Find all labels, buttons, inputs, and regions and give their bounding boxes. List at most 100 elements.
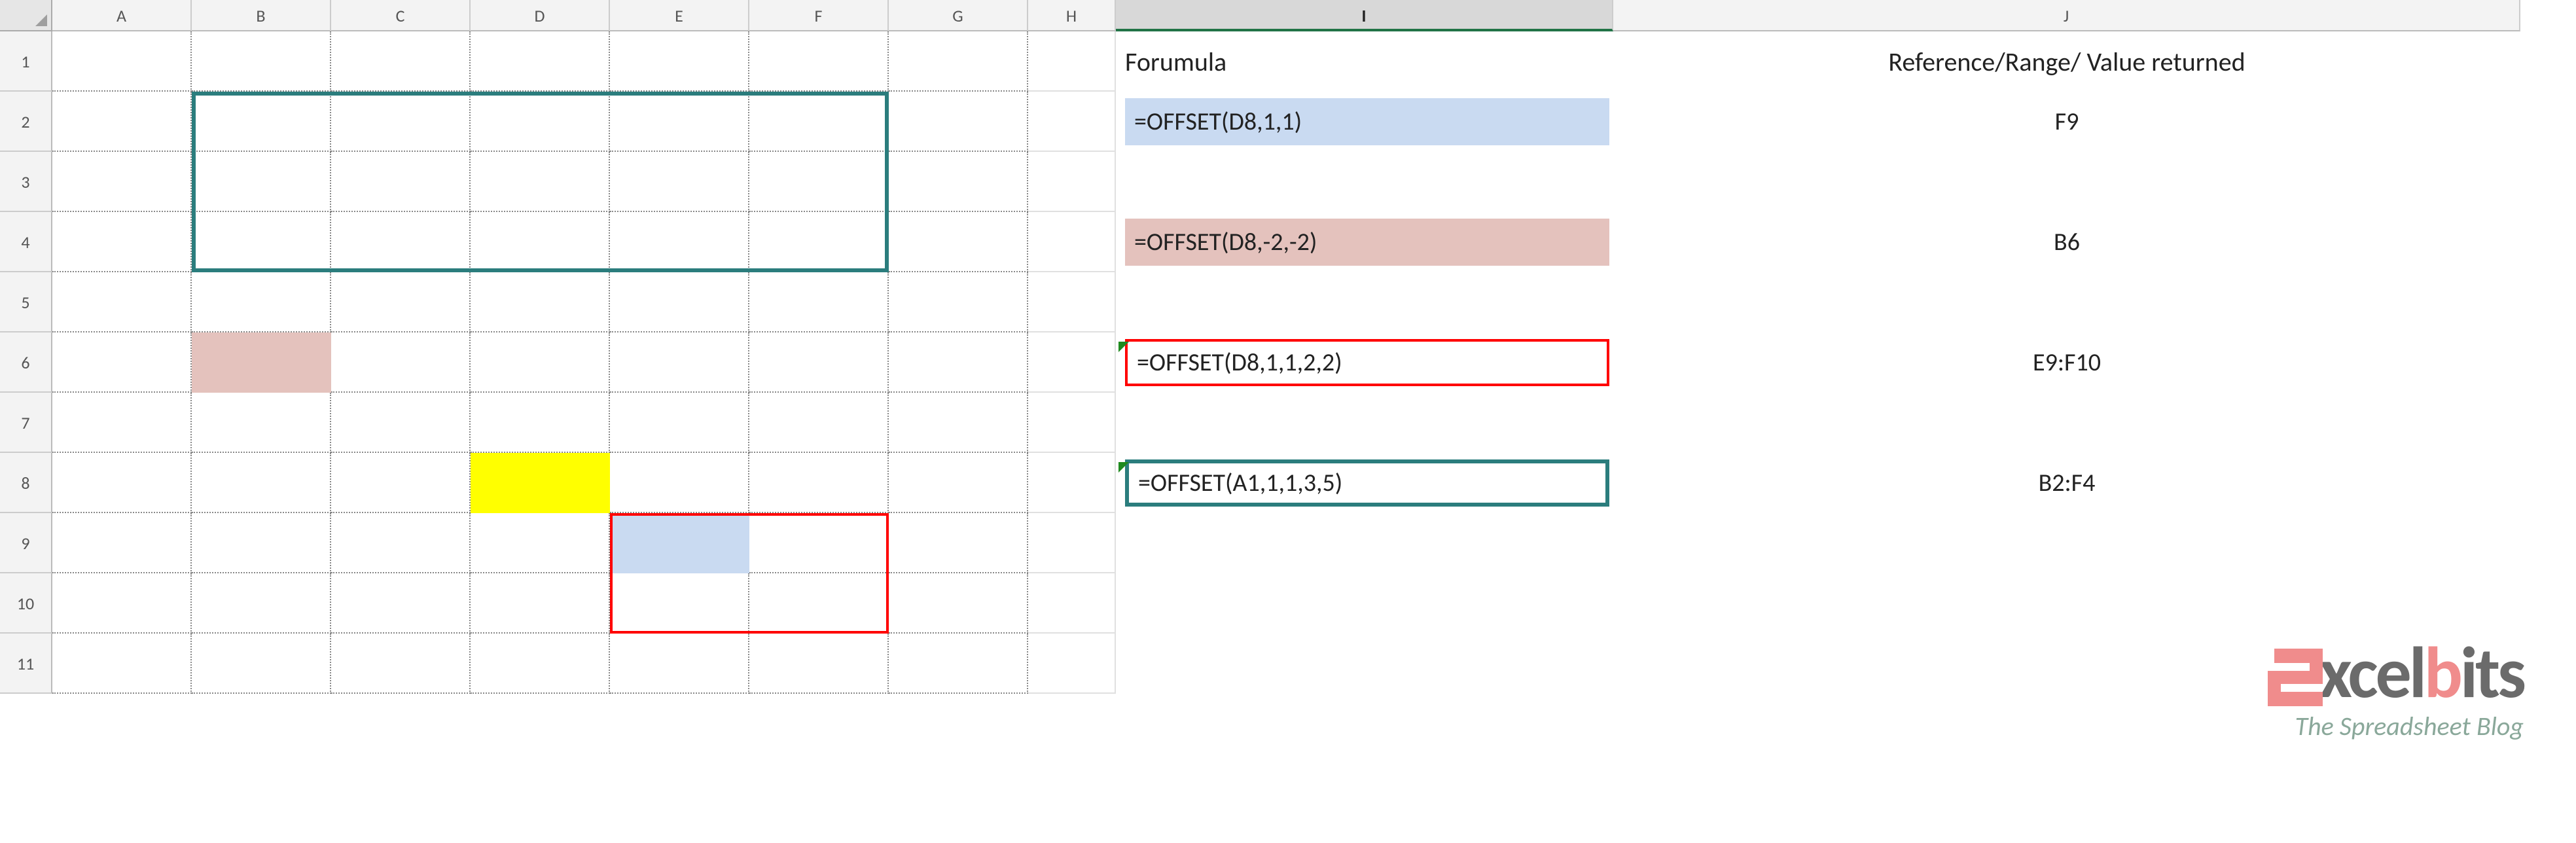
cell-J6[interactable]: E9:F10 <box>1613 348 2520 378</box>
cell-J1-header[interactable]: Reference/Range/ Value returned <box>1613 46 2520 78</box>
cell-B7[interactable] <box>192 393 331 453</box>
cell-D10[interactable] <box>471 573 610 634</box>
cell-E1[interactable] <box>610 31 749 92</box>
row-header-6[interactable]: 6 <box>0 332 52 393</box>
cell-B1[interactable] <box>192 31 331 92</box>
cell-G5[interactable] <box>889 272 1028 332</box>
cell-B8[interactable] <box>192 453 331 513</box>
cell-D3[interactable] <box>471 152 610 212</box>
cell-A1[interactable] <box>52 31 192 92</box>
cell-C11[interactable] <box>331 634 471 694</box>
cell-H4[interactable] <box>1028 212 1116 272</box>
cell-C10[interactable] <box>331 573 471 634</box>
cell-G6[interactable] <box>889 332 1028 393</box>
col-header-F[interactable]: F <box>749 0 889 31</box>
cell-C1[interactable] <box>331 31 471 92</box>
cell-C7[interactable] <box>331 393 471 453</box>
cell-E3[interactable] <box>610 152 749 212</box>
cell-A9[interactable] <box>52 513 192 573</box>
col-header-D[interactable]: D <box>471 0 610 31</box>
row-header-9[interactable]: 9 <box>0 513 52 573</box>
cell-J8[interactable]: B2:F4 <box>1613 468 2520 498</box>
cell-E7[interactable] <box>610 393 749 453</box>
cell-E6[interactable] <box>610 332 749 393</box>
cell-F6[interactable] <box>749 332 889 393</box>
cell-A11[interactable] <box>52 634 192 694</box>
select-all-corner[interactable] <box>0 0 52 31</box>
cell-A4[interactable] <box>52 212 192 272</box>
cell-G4[interactable] <box>889 212 1028 272</box>
row-header-10[interactable]: 10 <box>0 573 52 634</box>
cell-D7[interactable] <box>471 393 610 453</box>
cell-G11[interactable] <box>889 634 1028 694</box>
cell-C8[interactable] <box>331 453 471 513</box>
cell-F4[interactable] <box>749 212 889 272</box>
col-header-I[interactable]: I <box>1116 0 1613 31</box>
cell-B4[interactable] <box>192 212 331 272</box>
row-header-3[interactable]: 3 <box>0 152 52 212</box>
cell-G1[interactable] <box>889 31 1028 92</box>
cell-D11[interactable] <box>471 634 610 694</box>
row-header-11[interactable]: 11 <box>0 634 52 694</box>
cell-G7[interactable] <box>889 393 1028 453</box>
row-header-1[interactable]: 1 <box>0 31 52 92</box>
cell-C4[interactable] <box>331 212 471 272</box>
cell-F11[interactable] <box>749 634 889 694</box>
cell-E8[interactable] <box>610 453 749 513</box>
cell-F9[interactable] <box>749 513 889 573</box>
col-header-E[interactable]: E <box>610 0 749 31</box>
cell-B6[interactable] <box>192 332 331 393</box>
cell-F7[interactable] <box>749 393 889 453</box>
cell-F3[interactable] <box>749 152 889 212</box>
cell-A5[interactable] <box>52 272 192 332</box>
cell-E5[interactable] <box>610 272 749 332</box>
row-header-4[interactable]: 4 <box>0 212 52 272</box>
col-header-J[interactable]: J <box>1613 0 2520 31</box>
cell-D4[interactable] <box>471 212 610 272</box>
cell-G8[interactable] <box>889 453 1028 513</box>
cell-A7[interactable] <box>52 393 192 453</box>
cell-C3[interactable] <box>331 152 471 212</box>
cell-H10[interactable] <box>1028 573 1116 634</box>
cell-D8[interactable] <box>471 453 610 513</box>
cell-D9[interactable] <box>471 513 610 573</box>
cell-B2[interactable] <box>192 92 331 152</box>
cell-C2[interactable] <box>331 92 471 152</box>
col-header-C[interactable]: C <box>331 0 471 31</box>
cell-E11[interactable] <box>610 634 749 694</box>
cell-I2[interactable]: =OFFSET(D8,1,1) <box>1116 98 1613 145</box>
cell-E10[interactable] <box>610 573 749 634</box>
cell-H6[interactable] <box>1028 332 1116 393</box>
cell-I8[interactable]: =OFFSET(A1,1,1,3,5) <box>1116 459 1613 507</box>
cell-D6[interactable] <box>471 332 610 393</box>
cell-J4[interactable]: B6 <box>1613 227 2520 257</box>
cell-G10[interactable] <box>889 573 1028 634</box>
cell-C5[interactable] <box>331 272 471 332</box>
cell-A2[interactable] <box>52 92 192 152</box>
cell-H5[interactable] <box>1028 272 1116 332</box>
cell-A10[interactable] <box>52 573 192 634</box>
cell-B11[interactable] <box>192 634 331 694</box>
cell-H2[interactable] <box>1028 92 1116 152</box>
cell-H7[interactable] <box>1028 393 1116 453</box>
cell-J2[interactable]: F9 <box>1613 107 2520 137</box>
cell-G2[interactable] <box>889 92 1028 152</box>
row-header-5[interactable]: 5 <box>0 272 52 332</box>
cell-B10[interactable] <box>192 573 331 634</box>
cell-F5[interactable] <box>749 272 889 332</box>
cell-D1[interactable] <box>471 31 610 92</box>
cell-F10[interactable] <box>749 573 889 634</box>
col-header-A[interactable]: A <box>52 0 192 31</box>
cell-H9[interactable] <box>1028 513 1116 573</box>
cell-A8[interactable] <box>52 453 192 513</box>
cell-G9[interactable] <box>889 513 1028 573</box>
cell-I1-header[interactable]: Forumula <box>1116 46 1613 78</box>
row-header-8[interactable]: 8 <box>0 453 52 513</box>
cell-D2[interactable] <box>471 92 610 152</box>
cell-B5[interactable] <box>192 272 331 332</box>
cell-H3[interactable] <box>1028 152 1116 212</box>
cell-H11[interactable] <box>1028 634 1116 694</box>
cell-C6[interactable] <box>331 332 471 393</box>
cell-D5[interactable] <box>471 272 610 332</box>
row-header-7[interactable]: 7 <box>0 393 52 453</box>
